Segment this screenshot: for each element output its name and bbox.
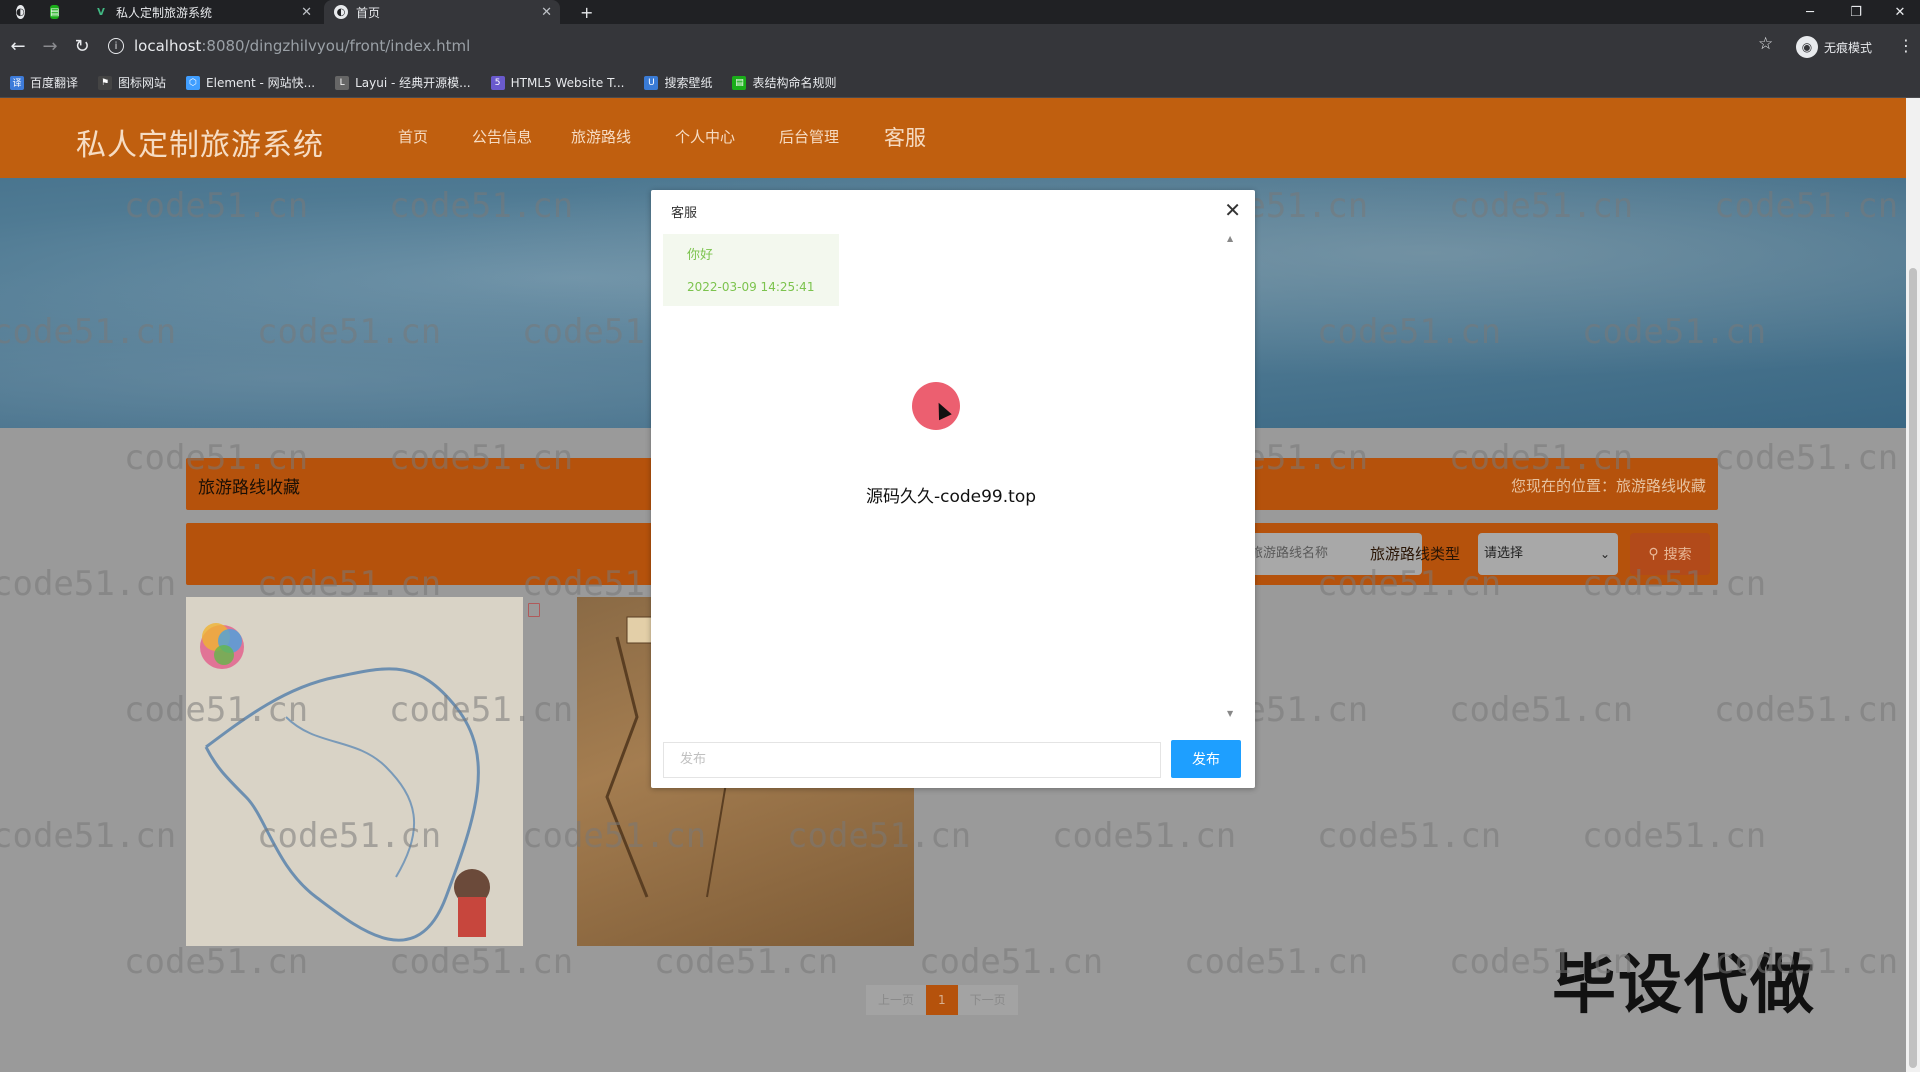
bookmark-item[interactable]: ▤ 表结构命名规则 (732, 74, 836, 91)
bookmarks-bar: 译百度翻译 ⚑ 图标网站 ⬡ Element - 网站快... L Layui - 经… (0, 68, 1920, 98)
bookmark-item[interactable]: 译百度翻译 (10, 74, 78, 91)
bookmark-item[interactable]: ⚑ 图标网站 (98, 74, 166, 91)
search-icon: ⚲ (1648, 546, 1659, 562)
nav-announcements[interactable]: 公告信息 (472, 126, 532, 147)
route-type-select[interactable]: 请选择 ⌄ (1478, 533, 1618, 575)
bookmark-item[interactable]: 5 HTML5 Website T... (490, 75, 625, 90)
layui-icon: L (335, 75, 350, 90)
close-icon[interactable]: ✕ (301, 5, 312, 20)
close-icon[interactable]: ✕ (1224, 198, 1241, 222)
close-window-icon[interactable]: ✕ (1880, 0, 1920, 24)
page-scrollbar[interactable] (1906, 98, 1920, 1072)
site-navbar: 私人定制旅游系统 首页 公告信息 旅游路线 个人中心 后台管理 客服 (0, 98, 1906, 178)
nav-admin[interactable]: 后台管理 (779, 126, 839, 147)
page-1-button[interactable]: 1 (926, 985, 958, 1015)
bookmark-label: 表结构命名规则 (752, 76, 837, 90)
bookmark-label: 图标网站 (118, 76, 167, 90)
vue-icon: V (97, 6, 105, 18)
next-page-button[interactable]: 下一页 (957, 985, 1018, 1015)
bookmark-label: Element - 网站快... (206, 76, 316, 90)
nav-routes[interactable]: 旅游路线 (571, 126, 631, 147)
globe-icon: ◐ (334, 5, 348, 19)
site-brand[interactable]: 私人定制旅游系统 (76, 120, 324, 164)
message-text: 你好 (687, 248, 714, 263)
tab-home[interactable]: ◐ 首页 ✕ (324, 0, 560, 24)
customer-service-dialog: 客服 ✕ 你好 2022-03-09 14:25:41 源码久久-code99.… (651, 190, 1255, 788)
flag-icon: ⚑ (98, 75, 113, 90)
back-icon[interactable]: ← (6, 34, 30, 58)
overlay-note: 源码久久-code99.top (865, 487, 1037, 507)
new-tab-button[interactable]: + (570, 0, 600, 24)
bookmark-item[interactable]: ⬡ Element - 网站快... (186, 74, 315, 91)
chat-message: 你好 2022-03-09 14:25:41 (663, 234, 839, 306)
route-type-value: 请选择 (1484, 546, 1524, 561)
prev-page-button[interactable]: 上一页 (866, 985, 927, 1015)
bookmark-label: 搜索壁纸 (664, 76, 713, 90)
search-button-label: 搜索 (1663, 547, 1692, 563)
tab-pinned[interactable]: ◐ (6, 0, 40, 24)
close-icon[interactable]: ✕ (541, 5, 552, 20)
route-map-image (186, 597, 523, 946)
browser-tabstrip: ◐ ▤ V 私人定制旅游系统 ✕ ◐ 首页 ✕ + ─ ❐ ✕ (0, 0, 1920, 24)
nav-customer-service[interactable]: 客服 (884, 122, 926, 152)
html5-icon: 5 (490, 75, 505, 90)
incognito-icon: ◉ (1796, 36, 1818, 58)
browser-menu-icon[interactable]: ⋮ (1898, 36, 1914, 55)
scroll-down-icon[interactable]: ▼ (1227, 709, 1233, 718)
bookmark-item[interactable]: U 搜索壁纸 (644, 74, 712, 91)
globe-icon: ◐ (16, 5, 25, 19)
address-bar[interactable]: i localhost:8080/dingzhilvyou/front/inde… (108, 32, 1768, 60)
minimize-icon[interactable]: ─ (1790, 0, 1830, 24)
overlay-caption: 毕设代做 (1552, 949, 1816, 1023)
nav-home[interactable]: 首页 (398, 126, 428, 147)
section-title: 旅游路线收藏 (198, 478, 300, 498)
info-icon[interactable]: i (108, 38, 124, 54)
message-timestamp: 2022-03-09 14:25:41 (687, 280, 815, 294)
tab-label: 首页 (356, 5, 381, 20)
forward-icon[interactable]: → (38, 34, 62, 58)
route-type-label: 旅游路线类型 (1370, 545, 1461, 563)
route-card-image[interactable] (186, 597, 540, 946)
chat-scrollbar[interactable]: ▲ ▼ (1227, 234, 1235, 718)
translate-icon: 译 (10, 75, 24, 90)
nav-profile[interactable]: 个人中心 (675, 126, 735, 147)
incognito-indicator[interactable]: ◉ 无痕模式 (1796, 36, 1872, 58)
message-input[interactable]: 发布 (663, 742, 1161, 778)
url-host: localhost (134, 37, 202, 55)
scroll-up-icon[interactable]: ▲ (1227, 234, 1233, 243)
scrollbar-thumb[interactable] (1909, 268, 1917, 1068)
reload-icon[interactable]: ↻ (70, 34, 94, 58)
search-button[interactable]: ⚲ 搜索 (1630, 533, 1710, 575)
table-icon: ▤ (732, 75, 747, 90)
incognito-label: 无痕模式 (1824, 40, 1873, 55)
bookmark-item[interactable]: L Layui - 经典开源模... (335, 74, 471, 91)
tab-system[interactable]: V 私人定制旅游系统 ✕ (84, 0, 320, 24)
element-icon: ⬡ (186, 75, 201, 90)
tab-pinned-sheets[interactable]: ▤ (40, 0, 64, 24)
bookmark-label: 百度翻译 (30, 76, 79, 90)
publish-button[interactable]: 发布 (1171, 740, 1241, 778)
bookmark-label: HTML5 Website T... (510, 75, 625, 90)
trash-icon[interactable] (528, 603, 540, 617)
wallpaper-icon: U (644, 75, 659, 90)
bookmark-star-icon[interactable]: ☆ (1758, 34, 1773, 54)
restore-icon[interactable]: ❐ (1836, 0, 1876, 24)
pagination: 上一页 1 下一页 (866, 985, 1018, 1015)
url-path: :8080/dingzhilvyou/front/index.html (201, 37, 471, 55)
chevron-down-icon: ⌄ (1599, 547, 1610, 561)
chat-messages[interactable]: 你好 2022-03-09 14:25:41 源码久久-code99.top ▲… (663, 234, 1239, 718)
dialog-title: 客服 (671, 206, 698, 221)
tab-label: 私人定制旅游系统 (116, 5, 213, 20)
bookmark-label: Layui - 经典开源模... (355, 76, 471, 90)
sheets-icon: ▤ (50, 5, 60, 19)
breadcrumb: 您现在的位置：旅游路线收藏 (1510, 477, 1706, 495)
browser-toolbar: ← → ↻ i localhost:8080/dingzhilvyou/fron… (0, 24, 1920, 68)
